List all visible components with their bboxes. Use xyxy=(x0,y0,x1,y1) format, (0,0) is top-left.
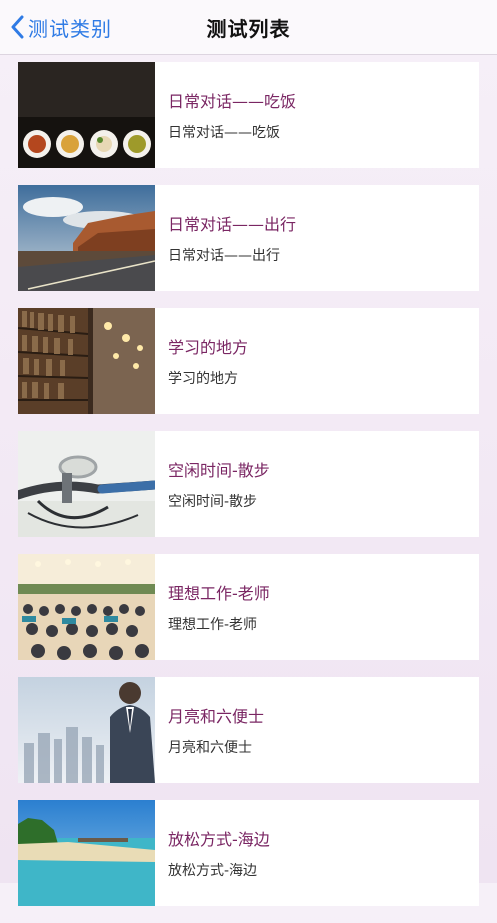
bicycle-handlebar-photo xyxy=(18,431,155,537)
item-subtitle: 空闲时间-散步 xyxy=(168,494,258,510)
list-item[interactable]: 学习的地方 学习的地方 xyxy=(18,308,479,414)
list-item[interactable]: 放松方式-海边 放松方式-海边 xyxy=(18,800,479,906)
item-subtitle: 放松方式-海边 xyxy=(168,863,258,879)
test-list: 日常对话——吃饭 日常对话——吃饭 日常对话——出行 日常对话——出行 学习的地… xyxy=(18,62,479,923)
item-title: 理想工作-老师 xyxy=(168,584,270,603)
list-item[interactable]: 日常对话——吃饭 日常对话——吃饭 xyxy=(18,62,479,168)
businessman-city-photo xyxy=(18,677,155,783)
navigation-bar: 测试类别 测试列表 xyxy=(0,0,497,55)
page-title: 测试列表 xyxy=(206,17,291,41)
item-title: 日常对话——吃饭 xyxy=(168,92,297,111)
list-item[interactable]: 月亮和六便士 月亮和六便士 xyxy=(18,677,479,783)
item-subtitle: 理想工作-老师 xyxy=(168,617,258,633)
item-subtitle: 日常对话——吃饭 xyxy=(168,125,280,141)
food-plates-photo xyxy=(18,62,155,168)
item-title: 放松方式-海边 xyxy=(168,830,270,849)
list-item[interactable]: 空闲时间-散步 空闲时间-散步 xyxy=(18,431,479,537)
library-bookshelf-photo xyxy=(18,308,155,414)
item-subtitle: 日常对话——出行 xyxy=(168,248,280,264)
conference-audience-photo xyxy=(18,554,155,660)
item-title: 日常对话——出行 xyxy=(168,215,297,234)
item-subtitle: 学习的地方 xyxy=(168,371,238,387)
desert-road-photo xyxy=(18,185,155,291)
list-item[interactable]: 理想工作-老师 理想工作-老师 xyxy=(18,554,479,660)
list-item[interactable]: 日常对话——出行 日常对话——出行 xyxy=(18,185,479,291)
item-subtitle: 月亮和六便士 xyxy=(168,740,252,756)
item-title: 月亮和六便士 xyxy=(168,707,265,726)
item-title: 空闲时间-散步 xyxy=(168,461,270,480)
beach-seaside-photo xyxy=(18,800,155,906)
item-title: 学习的地方 xyxy=(168,338,249,357)
